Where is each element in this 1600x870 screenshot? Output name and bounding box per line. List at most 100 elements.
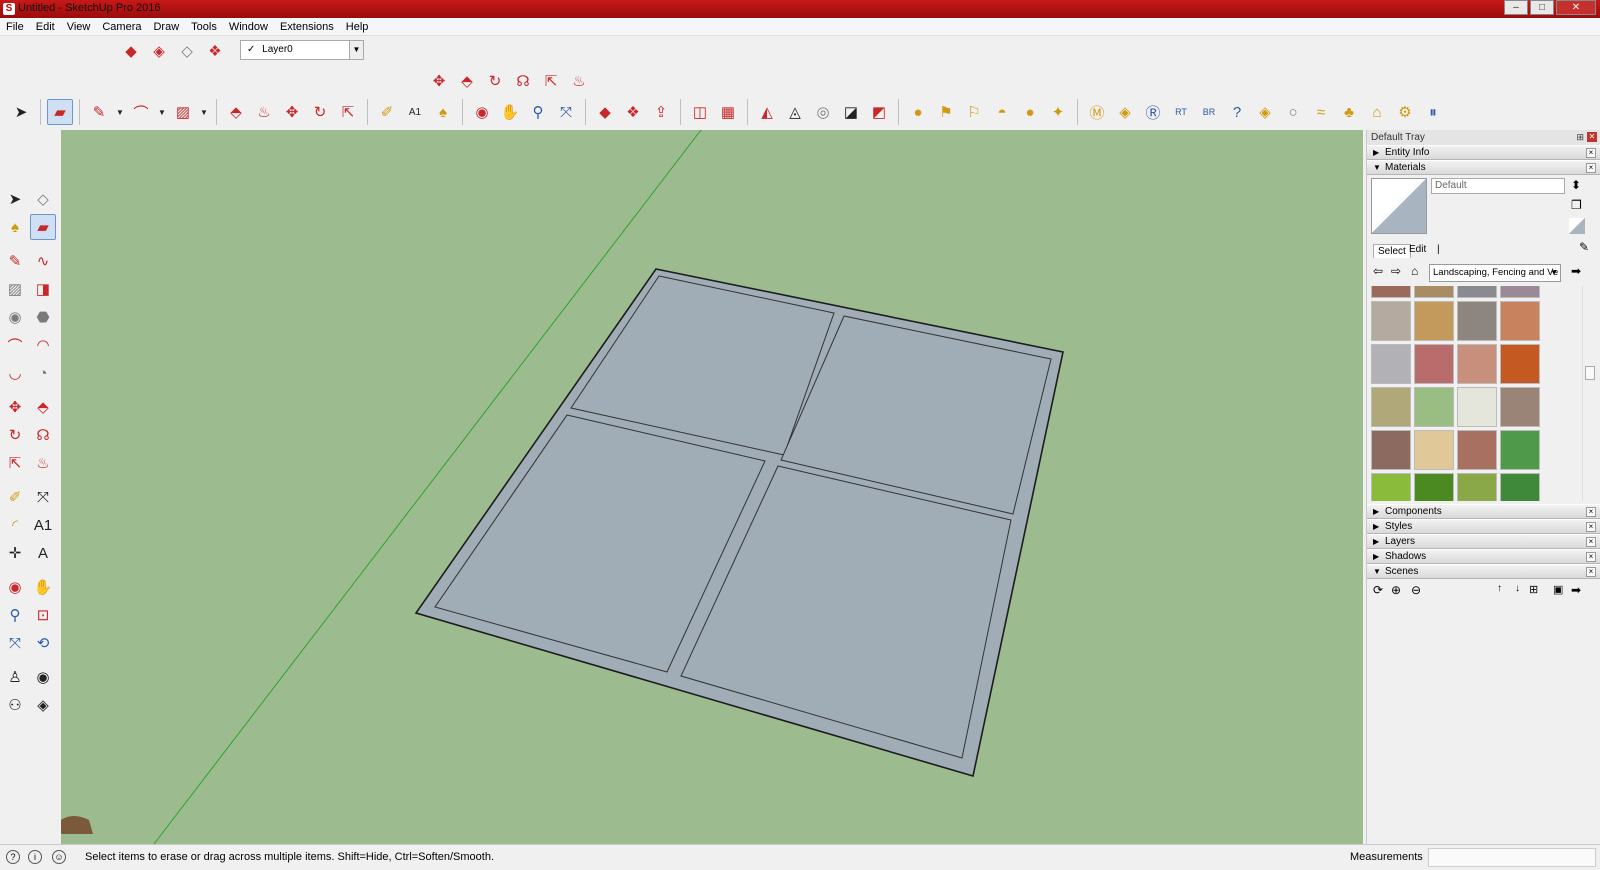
menu-help[interactable]: Help [340, 18, 375, 36]
zoom-icon[interactable]: ⚲ [525, 99, 551, 125]
close-icon[interactable]: × [1586, 163, 1596, 173]
line-pencil-icon[interactable]: ✎ [86, 99, 112, 125]
rotate-icon[interactable]: ↻ [482, 68, 508, 94]
panel-scenes[interactable]: ▼ Scenes × [1367, 564, 1600, 579]
minimize-button[interactable]: – [1504, 0, 1528, 15]
smoove-icon[interactable]: ◭ [754, 99, 780, 125]
move-icon[interactable]: ✥ [426, 68, 452, 94]
plugin-rt-icon[interactable]: RT [1168, 99, 1194, 125]
material-swatch[interactable] [1414, 473, 1454, 501]
layer-manager-icon[interactable]: ◆ [118, 38, 144, 64]
chevron-down-icon[interactable]: ▼ [156, 99, 168, 125]
location-icon[interactable]: ● [905, 99, 931, 125]
share-model-icon[interactable]: ⇪ [648, 99, 674, 125]
menu-window[interactable]: Window [223, 18, 274, 36]
material-swatch[interactable] [1371, 473, 1411, 501]
scrollbar-thumb[interactable] [1585, 366, 1595, 380]
plugin-tree-icon[interactable]: ♣ [1336, 99, 1362, 125]
menu-file[interactable]: File [0, 18, 30, 36]
measurements-input[interactable] [1428, 848, 1596, 867]
dimension-icon[interactable]: ⤧ [30, 484, 56, 510]
material-swatch[interactable] [1371, 344, 1411, 384]
menu-edit[interactable]: Edit [30, 18, 61, 36]
flag-icon[interactable]: ⚐ [961, 99, 987, 125]
layer-settings-icon[interactable]: ❖ [202, 38, 228, 64]
add-scene-icon[interactable]: ⊕ [1391, 583, 1401, 597]
material-swatch[interactable] [1500, 430, 1540, 470]
arc-icon[interactable]: ⌒ [2, 332, 28, 358]
pin-icon[interactable]: ⊞ [1576, 130, 1584, 145]
plugin-house-icon[interactable]: ⌂ [1364, 99, 1390, 125]
chevron-down-icon[interactable]: ▼ [114, 99, 126, 125]
drawing-viewport[interactable] [61, 130, 1363, 844]
3d-text-icon[interactable]: A [30, 540, 56, 566]
plugin-gear-icon[interactable]: ⚙ [1392, 99, 1418, 125]
sample-paint-icon[interactable]: ✎ [1579, 240, 1589, 254]
rectangle-icon[interactable]: ▨ [2, 276, 28, 302]
material-swatch[interactable] [1457, 286, 1497, 298]
eraser-icon[interactable]: ▰ [47, 99, 73, 125]
sandbox-scratch-icon[interactable]: ▦ [715, 99, 741, 125]
close-icon[interactable]: × [1586, 552, 1596, 562]
plugin-tag-icon[interactable]: ◈ [1112, 99, 1138, 125]
scale-icon[interactable]: ⇱ [538, 68, 564, 94]
zoom-icon[interactable]: ⚲ [2, 602, 28, 628]
push-pull-icon[interactable]: ⬘ [223, 99, 249, 125]
rotate-icon[interactable]: ↻ [307, 99, 333, 125]
protractor-icon[interactable]: ◜ [2, 512, 28, 538]
forward-arrow-icon[interactable]: ⇨ [1391, 264, 1401, 278]
follow-me-icon[interactable]: ☊ [30, 422, 56, 448]
layer-hide-icon[interactable]: ◇ [174, 38, 200, 64]
menu-view[interactable]: View [61, 18, 97, 36]
default-material-icon[interactable] [1569, 218, 1585, 234]
preview-google-earth-icon[interactable]: ✦ [1045, 99, 1071, 125]
move-icon[interactable]: ✥ [279, 99, 305, 125]
material-swatch[interactable] [1457, 430, 1497, 470]
material-swatch[interactable] [1457, 301, 1497, 341]
material-swatch[interactable] [1371, 286, 1411, 298]
menu-camera[interactable]: Camera [96, 18, 147, 36]
text-icon[interactable]: A1 [30, 512, 56, 538]
position-camera-icon[interactable]: ♙ [2, 664, 28, 690]
panel-styles[interactable]: ▶ Styles × [1367, 519, 1600, 534]
credits-icon[interactable]: i [28, 850, 42, 864]
close-icon[interactable]: × [1586, 537, 1596, 547]
material-swatch[interactable] [1371, 430, 1411, 470]
material-swatch[interactable] [1500, 344, 1540, 384]
orbit-icon[interactable]: ◉ [2, 574, 28, 600]
axes-icon[interactable]: ✛ [2, 540, 28, 566]
add-detail-icon[interactable]: ◪ [838, 99, 864, 125]
material-swatch[interactable] [1500, 387, 1540, 427]
panel-components[interactable]: ▶ Components × [1367, 504, 1600, 519]
push-pull-icon[interactable]: ⬘ [454, 68, 480, 94]
tab-edit[interactable]: Edit [1409, 244, 1426, 255]
move-icon[interactable]: ✥ [2, 394, 28, 420]
menu-tools[interactable]: Tools [185, 18, 223, 36]
push-pull-icon[interactable]: ⬘ [30, 394, 56, 420]
make-component-icon[interactable]: ◇ [30, 186, 56, 212]
rotate-icon[interactable]: ↻ [2, 422, 28, 448]
panel-materials[interactable]: ▼ Materials × [1367, 160, 1600, 175]
paint-bucket-icon[interactable]: ♠ [430, 99, 456, 125]
rotated-rectangle-icon[interactable]: ◨ [30, 276, 56, 302]
close-icon[interactable]: × [1586, 507, 1596, 517]
select-arrow-icon[interactable]: ➤ [2, 186, 28, 212]
material-swatch[interactable] [1371, 301, 1411, 341]
close-icon[interactable]: ✕ [1587, 132, 1597, 142]
offset-icon[interactable]: ♨ [566, 68, 592, 94]
freehand-icon[interactable]: ∿ [30, 248, 56, 274]
close-icon[interactable]: × [1586, 522, 1596, 532]
materials-scrollbar[interactable] [1582, 286, 1596, 501]
move-up-icon[interactable]: ↑ [1497, 583, 1502, 594]
close-button[interactable]: ✕ [1556, 0, 1596, 15]
panel-layers[interactable]: ▶ Layers × [1367, 534, 1600, 549]
maximize-button[interactable]: □ [1530, 0, 1554, 15]
chevron-down-icon[interactable]: ▼ [349, 41, 363, 59]
two-point-arc-icon[interactable]: ◠ [30, 332, 56, 358]
paint-bucket-icon[interactable]: ♠ [2, 214, 28, 240]
material-swatch[interactable] [1457, 344, 1497, 384]
close-icon[interactable]: × [1586, 567, 1596, 577]
details-arrow-icon[interactable]: ➡ [1571, 264, 1581, 278]
warehouse-icon[interactable]: ◆ [592, 99, 618, 125]
plugin-line-icon[interactable]: ≈ [1308, 99, 1334, 125]
